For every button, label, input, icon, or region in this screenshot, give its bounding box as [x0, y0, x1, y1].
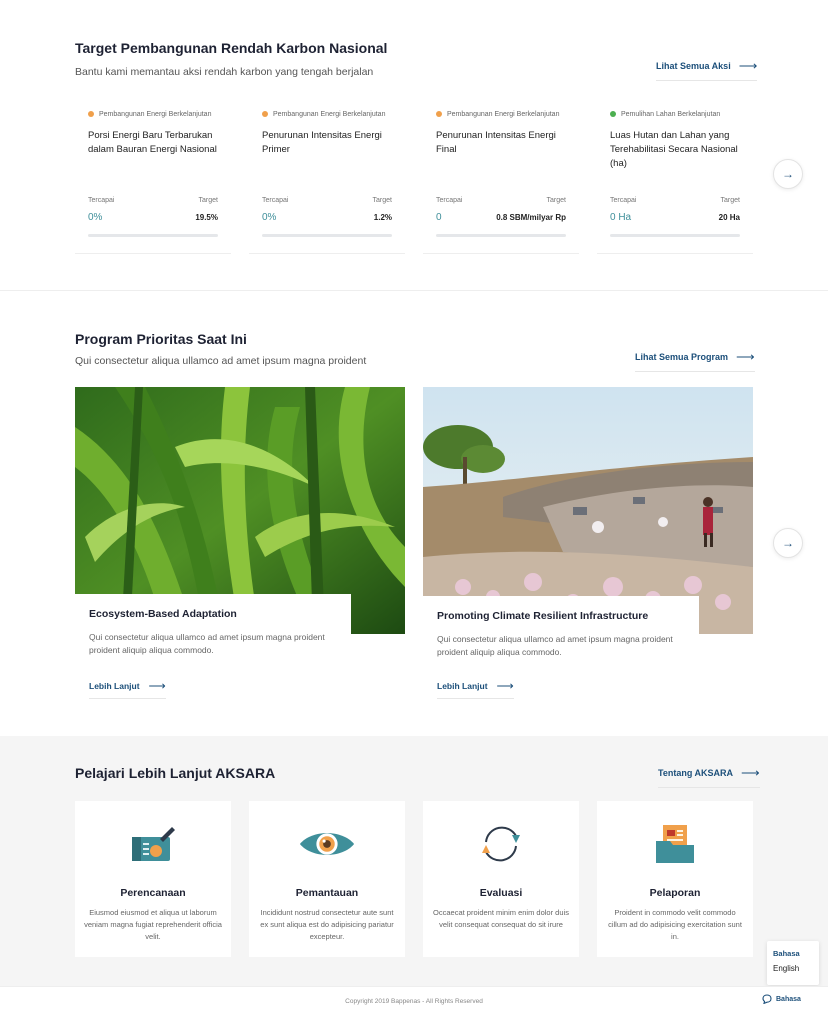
targets-subtitle: Bantu kami memantau aksi rendah karbon y…	[75, 66, 374, 78]
targets-title: Target Pembangunan Rendah Karbon Nasiona…	[75, 40, 388, 56]
target-category: Pembangunan Energi Berkelanjutan	[447, 111, 560, 118]
progress-bar	[88, 234, 218, 237]
target-value: 1.2%	[373, 213, 392, 222]
language-button[interactable]: Bahasa	[762, 994, 801, 1004]
aksara-card-description: Occaecat proident minim enim dolor duis …	[433, 908, 569, 929]
see-all-actions-link[interactable]: Lihat Semua Aksi ⟶	[656, 58, 758, 81]
achieved-label: Tercapai	[610, 197, 637, 204]
program-description: Qui consectetur aliqua ullamco ad amet i…	[89, 632, 325, 655]
next-programs-button[interactable]: →	[773, 528, 803, 558]
target-card[interactable]: Pembangunan Energi Berkelanjutan Porsi E…	[75, 100, 231, 254]
target-label: Target	[198, 197, 218, 204]
arrow-right-icon: ⟶	[738, 58, 758, 73]
see-all-actions-label: Lihat Semua Aksi	[656, 60, 731, 71]
achieved-value: 0%	[88, 212, 103, 223]
target-value: 20 Ha	[718, 213, 740, 222]
aksara-card-description: Proident in commodo velit commodo cillum…	[608, 908, 742, 941]
progress-bar	[610, 234, 740, 237]
targets-section: Target Pembangunan Rendah Karbon Nasiona…	[0, 0, 828, 290]
program-title: Ecosystem-Based Adaptation	[89, 608, 237, 620]
target-label: Target	[546, 197, 566, 204]
target-category: Pemulihan Lahan Berkelanjutan	[621, 111, 721, 118]
aksara-card-evaluation[interactable]: Evaluasi Occaecat proident minim enim do…	[423, 801, 579, 957]
target-title: Penurunan Intensitas Energi Final	[436, 130, 556, 155]
achieved-value: 0	[436, 212, 442, 223]
arrow-right-icon: ⟶	[736, 349, 755, 364]
program-description: Qui consectetur aliqua ullamco ad amet i…	[437, 634, 673, 657]
arrow-right-icon: ⟶	[148, 679, 166, 693]
target-title: Porsi Energi Baru Terbarukan dalam Baura…	[88, 130, 217, 155]
aksara-card-title: Perencanaan	[120, 887, 186, 899]
program-more-link[interactable]: Lebih Lanjut ⟶	[437, 680, 514, 699]
aksara-card-title: Pelaporan	[649, 887, 701, 899]
arrow-right-icon: ⟶	[741, 765, 760, 780]
language-menu: Bahasa English	[767, 941, 819, 985]
achieved-label: Tercapai	[262, 197, 289, 204]
more-label: Lebih Lanjut	[437, 681, 488, 691]
about-aksara-label: Tentang AKSARA	[658, 767, 733, 778]
language-button-label: Bahasa	[776, 995, 801, 1003]
footer: Copyright 2019 Bappenas - All Rights Res…	[0, 986, 828, 1016]
more-label: Lebih Lanjut	[89, 681, 140, 691]
achieved-label: Tercapai	[436, 197, 463, 204]
language-option-english[interactable]: English	[773, 964, 813, 973]
target-label: Target	[720, 197, 740, 204]
target-category: Pembangunan Energi Berkelanjutan	[273, 111, 386, 118]
language-current[interactable]: Bahasa	[773, 949, 813, 958]
report-folder-icon	[656, 825, 694, 863]
target-card[interactable]: Pembangunan Energi Berkelanjutan Penurun…	[423, 100, 579, 254]
achieved-label: Tercapai	[88, 197, 115, 204]
category-dot-icon	[88, 111, 94, 117]
programs-title: Program Prioritas Saat Ini	[75, 331, 247, 347]
aksara-card-description: Eiusmod eiusmod et aliqua ut laborum ven…	[84, 908, 222, 941]
aksara-section: Pelajari Lebih Lanjut AKSARA Tentang AKS…	[0, 736, 828, 986]
copyright-text: Copyright 2019 Bappenas - All Rights Res…	[345, 998, 483, 1005]
aksara-card-monitoring[interactable]: Pemantauan Incididunt nostrud consectetu…	[249, 801, 405, 957]
target-category: Pembangunan Energi Berkelanjutan	[99, 111, 212, 118]
arrow-right-icon: →	[782, 536, 794, 550]
target-title: Penurunan Intensitas Energi Primer	[262, 130, 382, 155]
page: Target Pembangunan Rendah Karbon Nasiona…	[0, 0, 828, 1016]
target-label: Target	[372, 197, 392, 204]
category-dot-icon	[436, 111, 442, 117]
next-targets-button[interactable]: →	[773, 159, 803, 189]
planning-icon	[132, 827, 175, 861]
refresh-icon	[482, 826, 520, 862]
target-value: 0.8 SBM/milyar Rp	[496, 213, 566, 222]
see-all-programs-link[interactable]: Lihat Semua Program ⟶	[635, 350, 755, 372]
target-value: 19.5%	[195, 213, 218, 222]
program-more-link[interactable]: Lebih Lanjut ⟶	[89, 680, 166, 699]
eye-icon	[299, 833, 355, 855]
progress-bar	[436, 234, 566, 237]
aksara-card-reporting[interactable]: Pelaporan Proident in commodo velit comm…	[597, 801, 753, 957]
achieved-value: 0 Ha	[610, 212, 632, 223]
about-aksara-link[interactable]: Tentang AKSARA ⟶	[658, 766, 760, 788]
target-card[interactable]: Pembangunan Energi Berkelanjutan Penurun…	[249, 100, 405, 254]
arrow-right-icon: ⟶	[496, 679, 514, 693]
section-divider	[0, 290, 828, 291]
aksara-card-title: Evaluasi	[479, 887, 523, 899]
aksara-title: Pelajari Lebih Lanjut AKSARA	[75, 765, 276, 781]
achieved-value: 0%	[262, 212, 277, 223]
chat-bubble-icon	[762, 994, 772, 1004]
aksara-card-title: Pemantauan	[295, 887, 359, 899]
category-dot-icon	[610, 111, 616, 117]
aksara-card-description: Incididunt nostrud consectetur aute sunt…	[260, 908, 394, 941]
category-dot-icon	[262, 111, 268, 117]
programs-subtitle: Qui consectetur aliqua ullamco ad amet i…	[75, 355, 367, 367]
see-all-programs-label: Lihat Semua Program	[635, 351, 729, 362]
progress-bar	[262, 234, 392, 237]
aksara-card-planning[interactable]: Perencanaan Eiusmod eiusmod et aliqua ut…	[75, 801, 231, 957]
target-title: Luas Hutan dan Lahan yang Terehabilitasi…	[610, 130, 738, 169]
target-card[interactable]: Pemulihan Lahan Berkelanjutan Luas Hutan…	[597, 100, 753, 254]
program-title: Promoting Climate Resilient Infrastructu…	[437, 610, 649, 622]
arrow-right-icon: →	[782, 167, 794, 181]
